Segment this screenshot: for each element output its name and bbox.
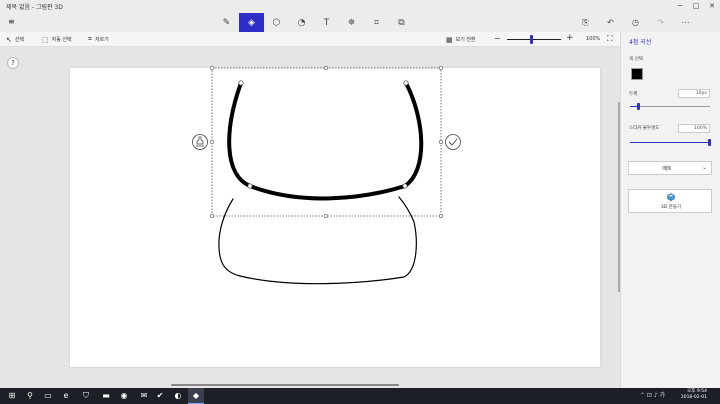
canvas-tool[interactable]: ⌗ — [364, 13, 389, 32]
edge-icon[interactable]: e — [58, 388, 74, 404]
search-icon[interactable]: ⚲ — [22, 388, 38, 404]
app2-icon[interactable]: ◐ — [170, 388, 186, 404]
2d-shapes-tool[interactable]: ◈ — [239, 13, 264, 32]
view-label: 보기 전환 — [455, 37, 476, 43]
view-icon: ▦ — [446, 35, 453, 44]
magic-select-label: 자동 선택 — [51, 37, 72, 43]
opacity-slider-thumb[interactable] — [708, 139, 711, 146]
make-3d-label: 3D 만들기 — [660, 205, 682, 210]
view-toggle-button[interactable]: ▦ 보기 전환 — [446, 34, 476, 45]
3d-shapes-tool[interactable]: ⬡ — [264, 13, 289, 32]
cursor-icon: ↖ — [6, 35, 12, 44]
paste-icon[interactable]: ⎘ — [573, 13, 598, 32]
system-tray[interactable]: ⌃ ⊡ ♪ 가 — [640, 390, 665, 399]
title-bar: 제목 없음 - 그림판 3D ─ □ ✕ — [0, 0, 720, 13]
zoom-slider-thumb[interactable] — [529, 35, 533, 44]
workspace: ? — [0, 47, 620, 387]
opacity-slider-fill — [630, 142, 710, 143]
zoom-out-button[interactable]: − — [494, 34, 501, 43]
app-icon[interactable]: ✔ — [152, 388, 168, 404]
stickers-tool[interactable]: ◔ — [289, 13, 314, 32]
zoom-in-button[interactable]: + — [566, 33, 574, 43]
history-icon[interactable]: ◷ — [623, 13, 648, 32]
crop-label: 자르기 — [94, 37, 109, 43]
color-label: 색 선택 — [629, 57, 643, 62]
thickness-slider-thumb[interactable] — [636, 103, 640, 110]
magic-select-icon: ⬚ — [42, 35, 49, 44]
zoom-value: 100% — [586, 36, 601, 42]
sub-toolbar: ↖ 선택 ⬚ 자동 선택 ⌗ 자르기 ▦ 보기 전환 − + 100% ⛶ — [0, 32, 620, 47]
close-button[interactable]: ✕ — [704, 0, 720, 13]
opacity-input[interactable]: 100% — [678, 124, 710, 133]
more-icon[interactable]: ⋯ — [673, 13, 698, 32]
minimize-button[interactable]: ─ — [672, 0, 688, 13]
chevron-down-icon: ⌄ — [701, 164, 707, 171]
start-icon[interactable]: ⊞ — [4, 388, 20, 404]
horizontal-scrollbar[interactable] — [171, 384, 399, 386]
window-title: 제목 없음 - 그림판 3D — [6, 4, 63, 11]
store-icon[interactable]: ⛉ — [78, 388, 94, 404]
taskbar: ⌃ ⊡ ♪ 가 오후 9:54 2018-02-01 ⊞ ⚲ ▭ e ⛉ ▬ ◉ ✉ ✔ ◐ ◆ — [0, 388, 720, 404]
menu-icon[interactable]: ≡ — [8, 17, 15, 26]
select-label: 선택 — [14, 37, 25, 43]
paint3d-icon[interactable]: ◆ — [188, 388, 204, 404]
maximize-button[interactable]: □ — [688, 0, 704, 13]
select-button[interactable]: ↖ 선택 — [6, 34, 24, 45]
cube-icon — [667, 193, 675, 201]
mail-icon[interactable]: ✉ — [136, 388, 152, 404]
remix3d-tool[interactable]: ⧉ — [389, 13, 414, 32]
brushes-tool[interactable]: ✎ — [214, 13, 239, 32]
effects-tool[interactable]: ✵ — [339, 13, 364, 32]
crop-button[interactable]: ⌗ 자르기 — [88, 34, 109, 45]
zoom-slider[interactable] — [507, 39, 561, 40]
help-button[interactable]: ? — [7, 57, 19, 69]
crop-icon: ⌗ — [88, 35, 92, 43]
thickness-slider[interactable] — [630, 106, 710, 107]
main-toolbar: ≡ ✎ ◈ ⬡ ◔ T ✵ ⌗ ⧉ ⎘ ↶ ◷ ↷ ⋯ — [0, 13, 720, 32]
redo-icon[interactable]: ↷ — [648, 13, 673, 32]
chrome-icon[interactable]: ◉ — [116, 388, 132, 404]
magic-select-button[interactable]: ⬚ 자동 선택 — [42, 34, 72, 45]
finish-dropdown[interactable]: 매트 ⌄ — [628, 161, 712, 175]
color-swatch[interactable] — [631, 68, 643, 80]
text-tool[interactable]: T — [314, 13, 339, 32]
panel-title: 4점 곡선 — [629, 39, 652, 46]
task-view-icon[interactable]: ▭ — [40, 388, 56, 404]
opacity-label: 스티커 불투명도 — [629, 126, 660, 131]
fit-screen-icon[interactable]: ⛶ — [607, 34, 613, 44]
canvas[interactable] — [70, 68, 600, 367]
explorer-icon[interactable]: ▬ — [98, 388, 114, 404]
paint3d-app: 제목 없음 - 그림판 3D ─ □ ✕ ≡ ✎ ◈ ⬡ ◔ T ✵ ⌗ ⧉ ⎘ ↶ ◷ ↷ ⋯ ↖ … — [0, 0, 720, 404]
undo-icon[interactable]: ↶ — [598, 13, 623, 32]
finish-value: 매트 — [662, 166, 672, 172]
make-3d-button[interactable]: 3D 만들기 — [628, 189, 712, 213]
thickness-input[interactable]: 10px — [678, 89, 710, 98]
thickness-label: 두께 — [629, 92, 638, 97]
clock-date: 2018-02-01 — [680, 395, 707, 400]
clock[interactable]: 오후 9:54 2018-02-01 — [677, 389, 707, 401]
